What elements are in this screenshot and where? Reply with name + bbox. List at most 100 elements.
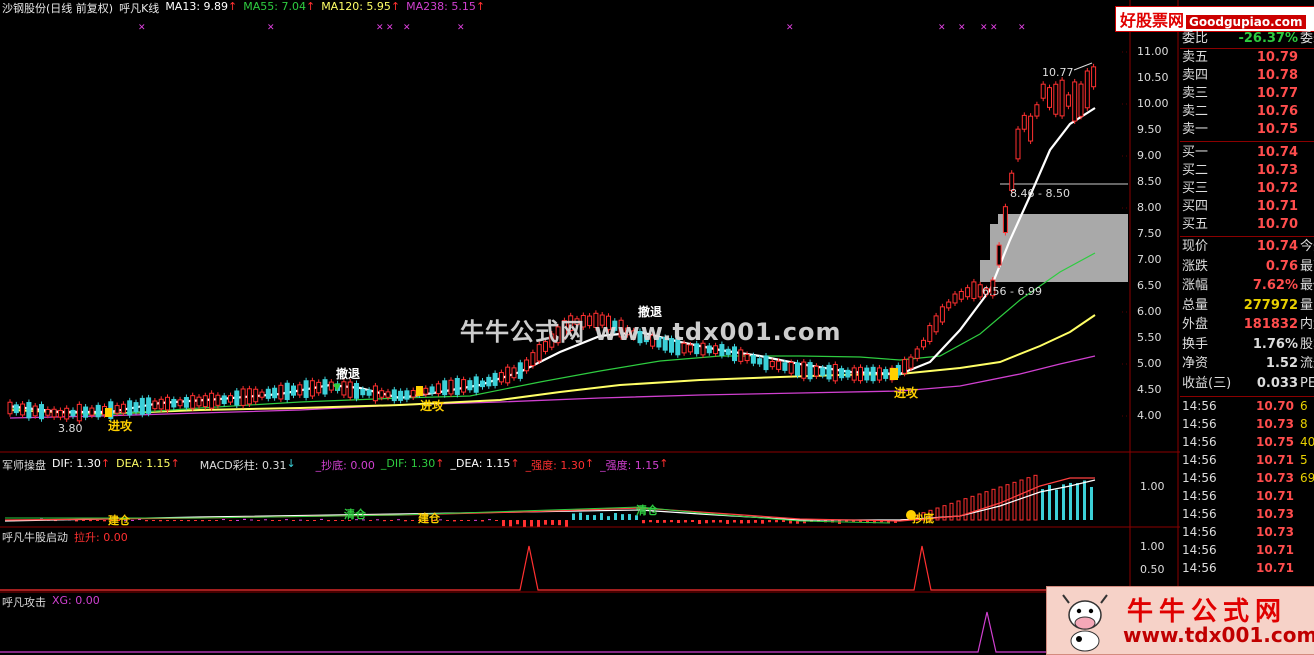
- stat-value: 0.033: [1236, 375, 1298, 393]
- candle-body: [235, 391, 239, 405]
- ask-row[interactable]: 卖五10.79: [1180, 49, 1314, 67]
- stat-row: 现价10.74今开: [1180, 238, 1314, 256]
- ask-row[interactable]: 卖四10.78: [1180, 67, 1314, 85]
- svg-text:✕: ✕: [386, 23, 394, 33]
- macd-bar: [719, 520, 722, 522]
- bid-row[interactable]: 买二10.73: [1180, 162, 1314, 180]
- candle-body: [783, 363, 787, 371]
- candle-body: [147, 398, 151, 413]
- macd-bar: [726, 520, 729, 524]
- tick-price: 10.73: [1238, 416, 1294, 432]
- macd-bar: [670, 520, 673, 522]
- stat-row: 外盘181832内盘: [1180, 316, 1314, 334]
- order-ratio-value: -26.37%: [1236, 30, 1298, 48]
- svg-text:✕: ✕: [938, 23, 946, 33]
- tick-row: 14:5610.71: [1180, 488, 1314, 504]
- candle-body: [953, 294, 957, 303]
- bid-label: 买二: [1182, 162, 1208, 180]
- candle-body: [348, 382, 352, 397]
- candle-body: [1029, 116, 1033, 141]
- macd-bar: [369, 520, 372, 521]
- macd-bar: [971, 496, 974, 520]
- candle-body: [33, 406, 37, 416]
- candle-body: [928, 326, 932, 342]
- ask-price: 10.78: [1236, 67, 1298, 85]
- macd-bar: [215, 520, 218, 521]
- candle-body: [758, 359, 762, 364]
- candle-body: [733, 347, 737, 361]
- site-logo[interactable]: 牛牛公式网 www.tdx001.com: [1046, 586, 1314, 655]
- macd-panel-title[interactable]: 军师操盘 DIF: 1.30 ↑ DEA: 1.15 ↑ MACD彩柱: 0.3…: [2, 457, 669, 473]
- candle-body: [537, 345, 541, 361]
- candle-body: [273, 388, 277, 398]
- macd-bar: [89, 520, 92, 521]
- candle-body: [121, 404, 125, 413]
- candle-body: [915, 349, 919, 358]
- axis-tick: 10.50: [1137, 71, 1177, 84]
- axis-tick: 7.50: [1137, 227, 1177, 240]
- macd-bar: [747, 520, 750, 523]
- candle-body: [1085, 71, 1089, 108]
- candle-body: [884, 370, 888, 379]
- candle-body: [959, 291, 963, 299]
- attack-panel-value: XG: 0.00: [52, 594, 100, 610]
- candle-body: [506, 367, 510, 383]
- axis-tick: 1.00: [1140, 480, 1180, 493]
- macd-bar: [446, 520, 449, 521]
- candle-body: [764, 356, 768, 370]
- bid-row[interactable]: 买三10.72: [1180, 180, 1314, 198]
- axis-tick: 4.00: [1137, 409, 1177, 422]
- macd-bar: [166, 520, 169, 521]
- macd-bar: [579, 513, 582, 520]
- macd-bar: [1062, 484, 1065, 520]
- axis-tick: 4.50: [1137, 383, 1177, 396]
- macd-bar: [250, 519, 253, 520]
- stat-row: 收益(三)0.033PE(动: [1180, 375, 1314, 393]
- svg-text:✕: ✕: [958, 23, 966, 33]
- svg-text:✕: ✕: [990, 23, 998, 33]
- tick-price: 10.71: [1238, 488, 1294, 504]
- ask-row[interactable]: 卖三10.77: [1180, 85, 1314, 103]
- axis-tick: 9.00: [1137, 149, 1177, 162]
- tick-price: 10.71: [1238, 560, 1294, 576]
- macd-bar: [1034, 475, 1037, 520]
- candle-body: [1003, 207, 1007, 233]
- bull-panel-title[interactable]: 呼凡牛股启动 拉升: 0.00: [2, 529, 128, 545]
- candle-body: [172, 399, 176, 406]
- bid-row[interactable]: 买四10.71: [1180, 198, 1314, 216]
- attack-panel-title[interactable]: 呼凡攻击 XG: 0.00: [2, 594, 100, 610]
- macd-bar: [1020, 480, 1023, 520]
- stat-label: 收益(三): [1182, 375, 1231, 393]
- attack-signal: 进攻: [420, 398, 445, 413]
- macd-mark: 清仓: [344, 507, 367, 521]
- bid-row[interactable]: 买一10.74: [1180, 144, 1314, 162]
- macd-dif: DIF: 1.30: [52, 457, 101, 473]
- macd-panel-name: 军师操盘: [2, 457, 46, 473]
- quote-panel: 委比 -26.37% 委差 卖五10.79 卖四10.78 卖三10.77 卖二…: [1180, 30, 1314, 653]
- tick-time: 14:56: [1182, 560, 1217, 576]
- stat-value: 1.76%: [1236, 336, 1298, 354]
- up-arrow-icon: ↑: [435, 457, 444, 473]
- candle-body: [159, 399, 163, 409]
- candle-body: [27, 403, 31, 418]
- ask-row[interactable]: 卖一10.75: [1180, 121, 1314, 139]
- brand-banner[interactable]: 好股票网Goodgupiao.com: [1115, 6, 1314, 32]
- macd-bar: [243, 519, 246, 520]
- macd-bar: [593, 515, 596, 520]
- candle-body: [903, 360, 907, 374]
- order-diff-label: 委差: [1300, 30, 1314, 48]
- candle-body: [197, 397, 201, 406]
- candle-body: [796, 363, 800, 375]
- macd-bar: [488, 519, 491, 520]
- tick-list: 14:5610.70614:5610.73814:5610.754014:561…: [1180, 398, 1314, 598]
- candle-body: [411, 391, 415, 397]
- macd-bar: [691, 520, 694, 522]
- macd-bottom: _抄底: 0.00: [316, 457, 375, 473]
- stat-label: 涨幅: [1182, 277, 1208, 295]
- ask-row[interactable]: 卖二10.76: [1180, 103, 1314, 121]
- candle-body: [424, 388, 428, 394]
- tick-volume: 6: [1300, 398, 1308, 414]
- candle-body: [877, 368, 881, 380]
- tick-row: 14:5610.738: [1180, 416, 1314, 432]
- bid-row[interactable]: 买五10.70: [1180, 216, 1314, 234]
